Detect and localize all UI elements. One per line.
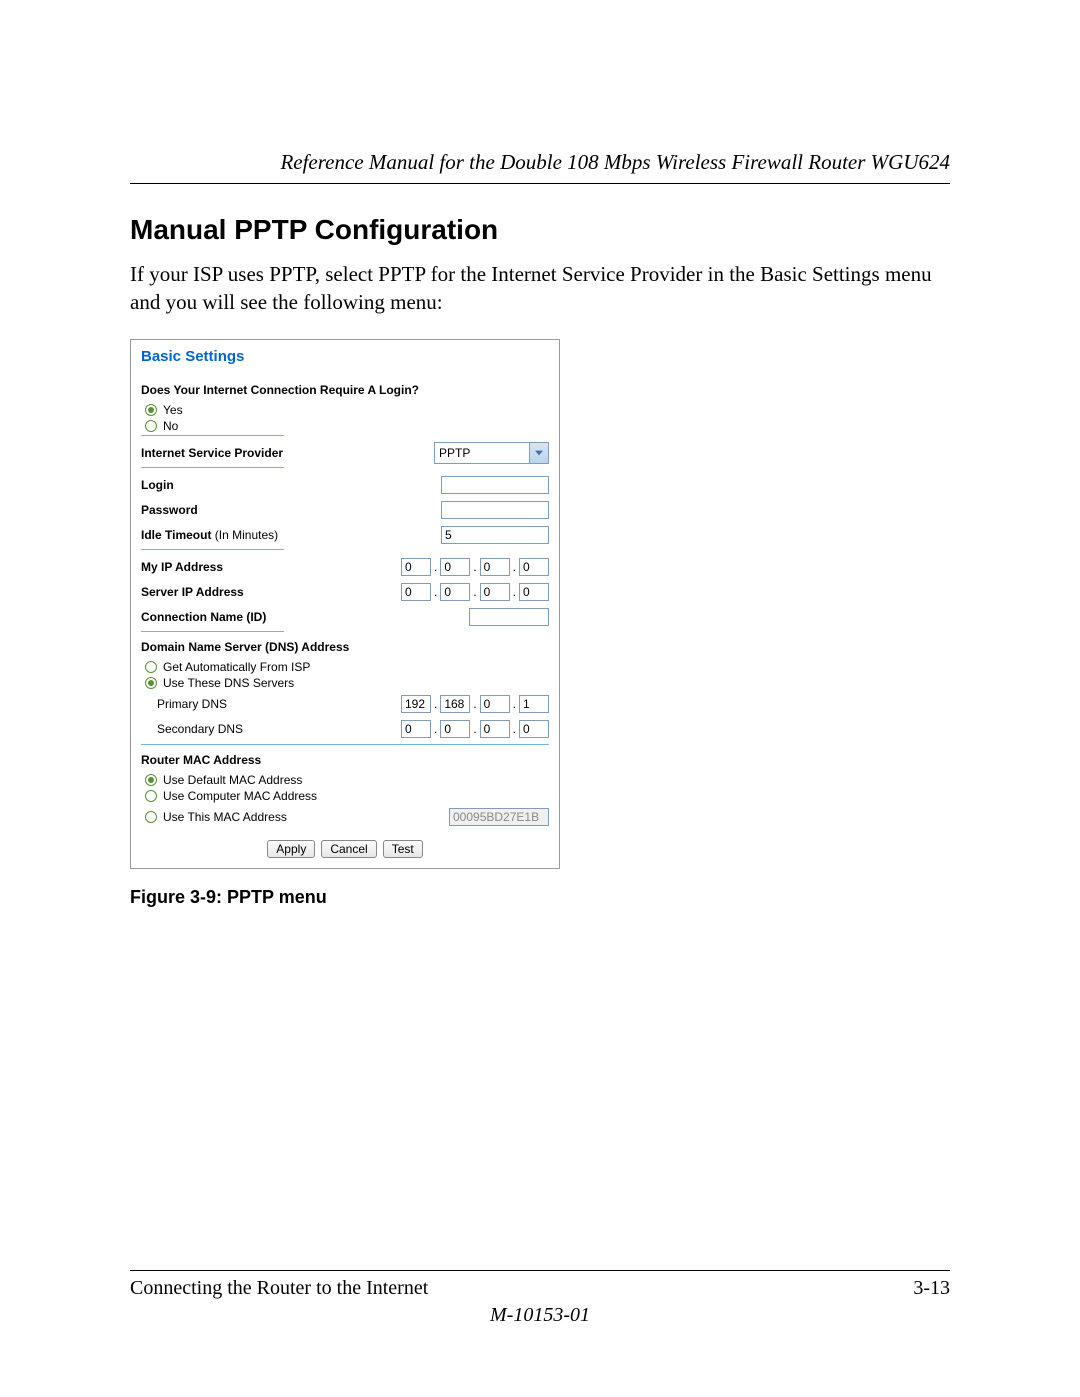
primary-dns-octet-1[interactable] [401, 695, 431, 713]
radio-icon [145, 420, 157, 432]
footer-doc-number: M-10153-01 [130, 1304, 950, 1327]
mac-this-label: Use This MAC Address [163, 810, 287, 824]
idle-timeout-label: Idle Timeout (In Minutes) [141, 528, 441, 542]
section-separator [141, 631, 284, 632]
dns-heading: Domain Name Server (DNS) Address [141, 640, 549, 654]
figure-caption: Figure 3-9: PPTP menu [130, 887, 950, 908]
mac-default-label: Use Default MAC Address [163, 773, 302, 787]
my-ip-input-group: . . . [401, 558, 549, 576]
login-yes-option[interactable]: Yes [145, 403, 549, 417]
footer-page-number: 3-13 [913, 1277, 950, 1300]
page-footer: Connecting the Router to the Internet 3-… [130, 1270, 950, 1327]
dns-use-label: Use These DNS Servers [163, 676, 294, 690]
chevron-down-icon [529, 443, 548, 463]
dns-use-option[interactable]: Use These DNS Servers [145, 676, 549, 690]
radio-icon [145, 774, 157, 786]
server-ip-octet-3[interactable] [480, 583, 510, 601]
secondary-dns-octet-1[interactable] [401, 720, 431, 738]
isp-select-value: PPTP [435, 443, 529, 463]
test-button[interactable]: Test [383, 840, 423, 858]
dns-auto-option[interactable]: Get Automatically From ISP [145, 660, 549, 674]
radio-icon[interactable] [145, 811, 157, 823]
dns-auto-label: Get Automatically From ISP [163, 660, 310, 674]
connection-name-input[interactable] [469, 608, 549, 626]
login-no-label: No [163, 419, 178, 433]
cancel-button[interactable]: Cancel [321, 840, 376, 858]
login-no-option[interactable]: No [145, 419, 549, 433]
mac-heading: Router MAC Address [141, 753, 549, 767]
mac-computer-label: Use Computer MAC Address [163, 789, 317, 803]
server-ip-octet-2[interactable] [440, 583, 470, 601]
my-ip-octet-1[interactable] [401, 558, 431, 576]
primary-dns-label: Primary DNS [141, 697, 401, 711]
password-input[interactable] [441, 501, 549, 519]
radio-icon [145, 677, 157, 689]
server-ip-octet-4[interactable] [519, 583, 549, 601]
my-ip-octet-2[interactable] [440, 558, 470, 576]
login-yes-label: Yes [163, 403, 183, 417]
server-ip-octet-1[interactable] [401, 583, 431, 601]
my-ip-octet-4[interactable] [519, 558, 549, 576]
login-input[interactable] [441, 476, 549, 494]
section-separator [141, 435, 284, 436]
idle-timeout-input[interactable] [441, 526, 549, 544]
server-ip-input-group: . . . [401, 583, 549, 601]
primary-dns-octet-4[interactable] [519, 695, 549, 713]
my-ip-octet-3[interactable] [480, 558, 510, 576]
panel-title: Basic Settings [141, 346, 549, 375]
isp-select[interactable]: PPTP [434, 442, 549, 464]
secondary-dns-input-group: . . . [401, 720, 549, 738]
login-question: Does Your Internet Connection Require A … [141, 383, 549, 397]
secondary-dns-octet-3[interactable] [480, 720, 510, 738]
secondary-dns-octet-2[interactable] [440, 720, 470, 738]
apply-button[interactable]: Apply [267, 840, 315, 858]
primary-dns-octet-2[interactable] [440, 695, 470, 713]
connection-name-label: Connection Name (ID) [141, 610, 469, 624]
secondary-dns-octet-4[interactable] [519, 720, 549, 738]
my-ip-label: My IP Address [141, 560, 401, 574]
radio-icon [145, 404, 157, 416]
basic-settings-panel: Basic Settings Does Your Internet Connec… [130, 339, 560, 869]
body-paragraph: If your ISP uses PPTP, select PPTP for t… [130, 260, 950, 317]
running-header: Reference Manual for the Double 108 Mbps… [130, 150, 950, 175]
password-field-label: Password [141, 503, 441, 517]
section-title: Manual PPTP Configuration [130, 214, 950, 246]
server-ip-label: Server IP Address [141, 585, 401, 599]
primary-dns-input-group: . . . [401, 695, 549, 713]
footer-chapter: Connecting the Router to the Internet [130, 1277, 428, 1300]
primary-dns-octet-3[interactable] [480, 695, 510, 713]
mac-address-input[interactable] [449, 808, 549, 826]
section-separator [141, 549, 284, 550]
section-separator [141, 467, 284, 468]
mac-computer-option[interactable]: Use Computer MAC Address [145, 789, 549, 803]
header-rule [130, 183, 950, 184]
footer-rule [130, 1270, 950, 1271]
isp-label: Internet Service Provider [141, 446, 434, 460]
secondary-dns-label: Secondary DNS [141, 722, 401, 736]
radio-icon [145, 790, 157, 802]
section-separator [141, 744, 549, 745]
mac-default-option[interactable]: Use Default MAC Address [145, 773, 549, 787]
login-field-label: Login [141, 478, 441, 492]
radio-icon [145, 661, 157, 673]
